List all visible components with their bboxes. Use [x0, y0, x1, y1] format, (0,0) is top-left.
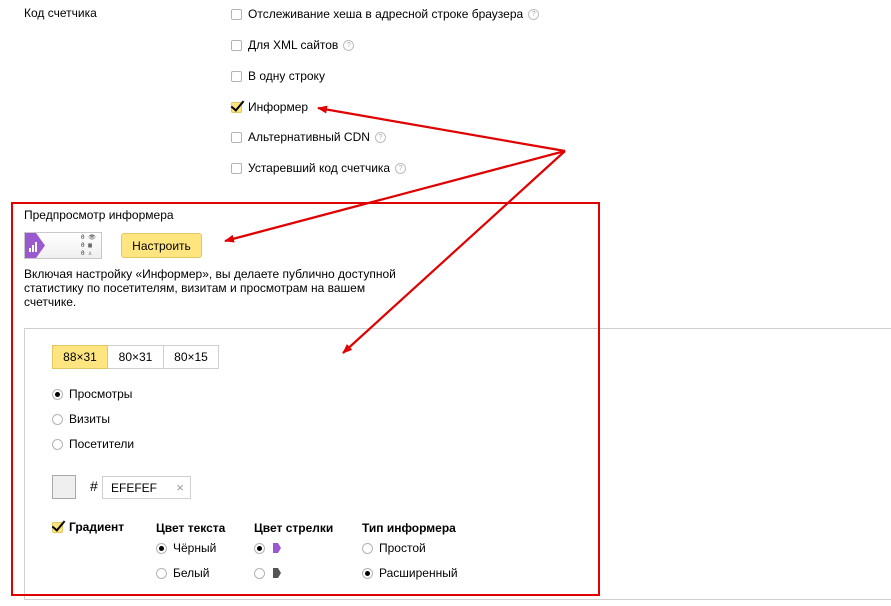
- annotation-arrows: [224, 105, 566, 354]
- size-tab-88x31[interactable]: 88×31: [52, 345, 108, 369]
- annotation-arrow-informer: [317, 105, 566, 153]
